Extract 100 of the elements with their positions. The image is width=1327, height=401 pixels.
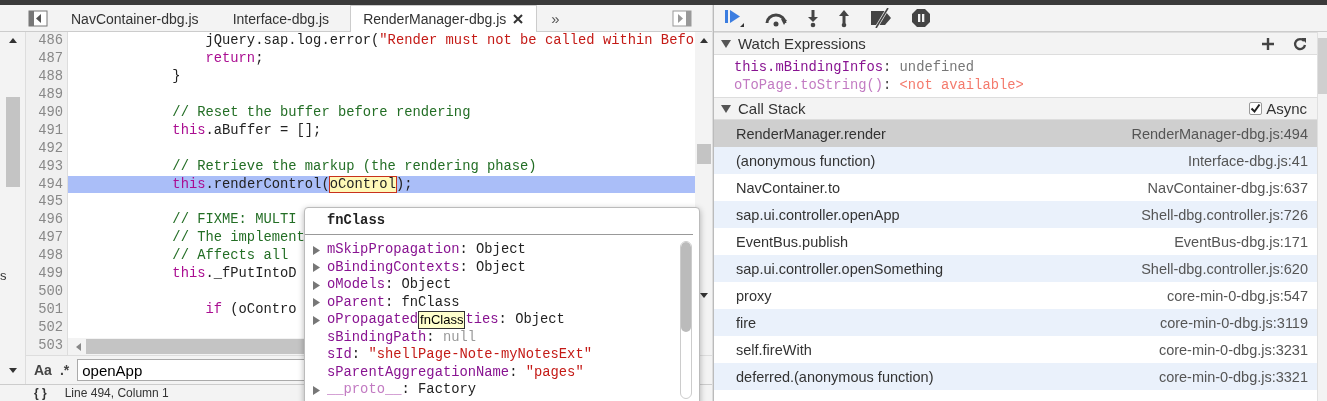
property-value: Object xyxy=(401,276,452,294)
code-line: return; xyxy=(204,50,264,66)
disclosure-triangle-icon[interactable] xyxy=(720,37,732,50)
property-name: ties xyxy=(465,311,499,329)
property-name: mSkipPropagation xyxy=(327,241,460,259)
code-line: jQuery.sap.log.error("Render must not be called within Befo xyxy=(204,33,694,48)
breakpoint-slash-icon[interactable] xyxy=(869,8,892,28)
expand-arrow-icon[interactable] xyxy=(311,297,321,308)
close-icon[interactable] xyxy=(512,13,525,25)
line-number: 503 xyxy=(37,336,64,355)
code-line: // The implement xyxy=(171,230,305,246)
file-tab[interactable]: RenderManager-dbg.js xyxy=(350,5,538,32)
watch-value: <not available> xyxy=(899,77,1024,93)
add-icon[interactable] xyxy=(1261,36,1275,51)
section-title[interactable]: Call Stack xyxy=(738,100,806,117)
code-line: if (oContro xyxy=(204,302,297,318)
file-location: Shell-dbg.controller.js:726 xyxy=(1141,206,1308,223)
file-location: NavContainer-dbg.js:637 xyxy=(1147,179,1308,196)
code-line: // Reset the buffer before rendering xyxy=(171,104,471,120)
line-number: 493 xyxy=(37,157,64,176)
regex-toggle[interactable]: .* xyxy=(59,362,70,378)
stack-frame[interactable]: EventBus.publish EventBus-dbg.js:171 xyxy=(714,228,1317,255)
property-value: null xyxy=(442,328,477,346)
property-name: oModels xyxy=(327,276,385,294)
cursor-position: Line 494, Column 1 xyxy=(64,386,169,400)
scroll-up-icon xyxy=(698,37,709,44)
scrollbar-thumb[interactable] xyxy=(1318,38,1327,94)
function-name: self.fireWith xyxy=(736,341,812,358)
refresh-icon[interactable] xyxy=(1293,36,1307,51)
separator: : xyxy=(883,60,892,75)
stack-frame[interactable]: (anonymous function) Interface-dbg.js:41 xyxy=(714,147,1317,174)
popover-title: fnClass xyxy=(305,208,693,235)
line-number: 495 xyxy=(37,193,64,212)
code-line: this._fPutIntoD xyxy=(171,266,297,282)
property-value: "pages" xyxy=(525,363,584,381)
stack-frame[interactable]: RenderManager.render RenderManager-dbg.js:494 xyxy=(714,120,1317,147)
pause-icon[interactable] xyxy=(911,8,931,28)
step-out-icon[interactable] xyxy=(838,8,850,28)
match-case-toggle[interactable]: Aa xyxy=(34,362,52,378)
file-location: core-min-0-dbg.js:3119 xyxy=(1159,314,1308,331)
property-value: Object xyxy=(515,311,565,329)
checkbox-label[interactable]: Async xyxy=(1266,100,1307,117)
file-tab[interactable]: NavContainer-dbg.js xyxy=(58,5,212,31)
function-name: deferred.(anonymous function) xyxy=(736,368,934,385)
stack-frame[interactable]: proxy core-min-0-dbg.js:547 xyxy=(714,282,1317,309)
resume-icon[interactable] xyxy=(724,8,745,28)
line-number: 494 xyxy=(37,175,64,194)
expand-arrow-icon[interactable] xyxy=(311,262,321,273)
disclosure-triangle-icon[interactable] xyxy=(720,102,732,115)
scroll-left-icon xyxy=(75,341,82,352)
stack-frame[interactable]: deferred.(anonymous function) core-min-0-dbg.js:3321 xyxy=(714,363,1317,390)
section-title[interactable]: Watch Expressions xyxy=(738,35,866,52)
watch-expression[interactable]: this.mBindingInfos xyxy=(734,60,884,75)
expand-arrow-icon[interactable] xyxy=(311,384,321,395)
separator: : xyxy=(883,77,892,93)
step-into-icon[interactable] xyxy=(807,8,819,28)
expand-arrow-icon[interactable] xyxy=(311,244,321,255)
expand-arrow-icon[interactable] xyxy=(311,314,321,325)
separator: : xyxy=(459,241,468,259)
scrollbar-thumb[interactable] xyxy=(5,97,20,187)
code-line: this.aBuffer = []; xyxy=(171,122,322,138)
scrollbar[interactable] xyxy=(680,241,692,399)
stack-frame[interactable]: fire core-min-0-dbg.js:3119 xyxy=(714,309,1317,336)
file-location: core-min-0-dbg.js:547 xyxy=(1166,287,1308,304)
function-name: EventBus.publish xyxy=(736,233,849,250)
tooltip: fnClass xyxy=(418,310,466,329)
stack-frame[interactable]: self.fireWith core-min-0-dbg.js:3231 xyxy=(714,336,1317,363)
file-location: Shell-dbg.controller.js:620 xyxy=(1141,260,1308,277)
function-name: fire xyxy=(736,314,757,331)
line-number: 488 xyxy=(37,67,64,86)
function-name: sap.ui.controller.openSomething xyxy=(736,260,944,277)
scroll-down-icon xyxy=(698,292,709,299)
property-value: Object xyxy=(476,258,526,276)
file-tab[interactable]: Interface-dbg.js xyxy=(219,5,343,31)
property-value: Factory xyxy=(418,381,477,399)
stack-frame[interactable]: sap.ui.controller.openApp Shell-dbg.controller.js:726 xyxy=(714,201,1317,228)
more-tabs-button[interactable]: » xyxy=(545,5,566,31)
function-name: RenderManager.render xyxy=(736,125,886,142)
line-number: 486 xyxy=(37,32,64,50)
file-location: EventBus-dbg.js:171 xyxy=(1174,233,1308,250)
line-number: 487 xyxy=(37,49,64,68)
property-name: oPropagated xyxy=(327,311,419,329)
property-value: fnClass xyxy=(401,293,460,311)
separator: : xyxy=(459,258,468,276)
truncated-label: s xyxy=(0,268,7,283)
code-line: } xyxy=(171,68,181,84)
pretty-print-button[interactable]: { } xyxy=(34,386,47,400)
line-number: 490 xyxy=(37,103,64,122)
separator: : xyxy=(509,363,518,381)
scrollbar-thumb[interactable] xyxy=(696,144,711,164)
sidebar-toggle-icon[interactable] xyxy=(28,9,48,27)
function-name: proxy xyxy=(736,287,772,304)
expand-arrow-icon[interactable] xyxy=(311,279,321,290)
stack-frame[interactable]: NavContainer.to NavContainer-dbg.js:637 xyxy=(714,174,1317,201)
line-number: 492 xyxy=(37,139,64,158)
async-checkbox[interactable] xyxy=(1249,102,1263,115)
file-location: Interface-dbg.js:41 xyxy=(1187,152,1308,169)
stack-frame[interactable]: sap.ui.controller.openSomething Shell-dbg.controller.js:620 xyxy=(714,255,1317,282)
line-number: 499 xyxy=(37,265,64,284)
sidebar-toggle-icon[interactable] xyxy=(672,9,692,27)
